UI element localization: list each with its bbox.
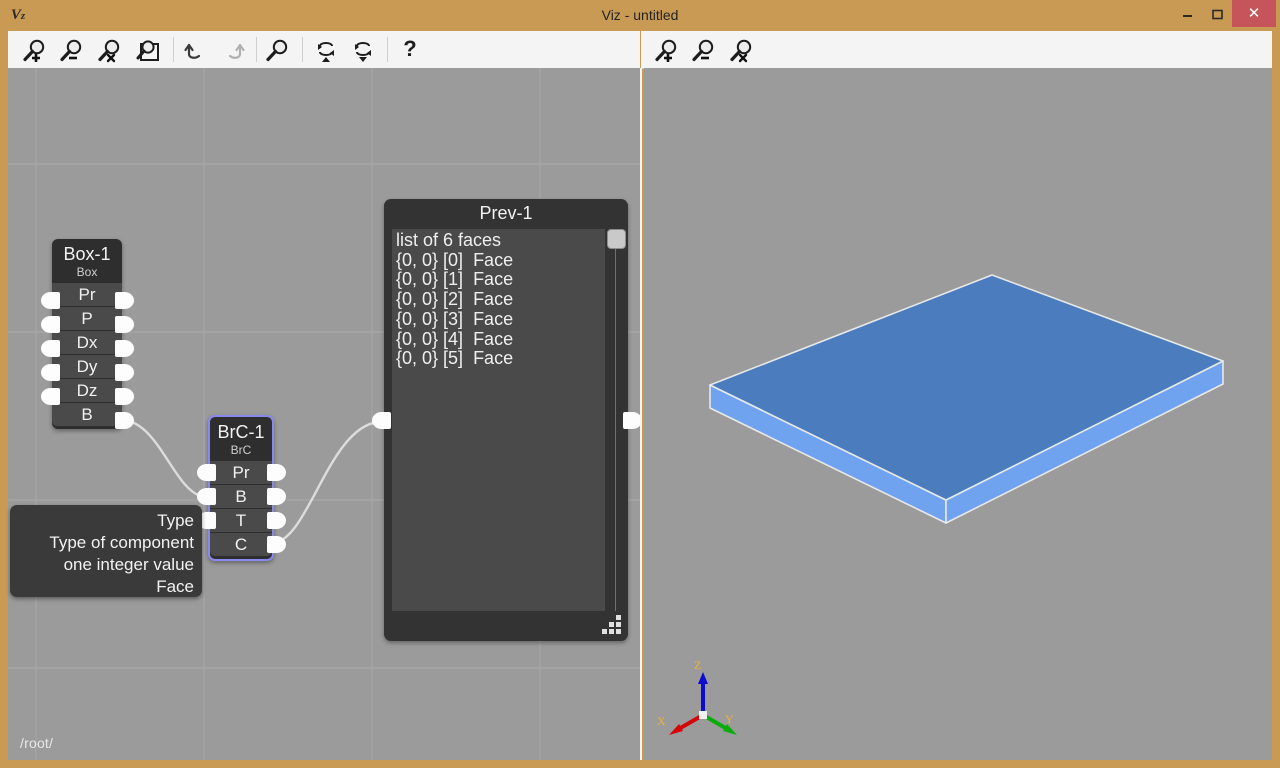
scrollbar-track — [615, 231, 616, 611]
port-in-pr[interactable] — [41, 292, 60, 309]
graph-toolbar: ? — [8, 31, 640, 69]
tooltip-line-2: Type of component — [18, 532, 194, 554]
close-button[interactable]: ✕ — [1232, 0, 1276, 27]
tooltip-line-4: Face — [18, 576, 194, 598]
preview-text-area[interactable]: list of 6 faces {0, 0} [0] Face {0, 0} [… — [392, 229, 605, 611]
port-out-pr[interactable] — [267, 464, 286, 481]
port-out-dx[interactable] — [115, 340, 134, 357]
port-out-b[interactable] — [115, 412, 134, 429]
port-in-p[interactable] — [41, 316, 60, 333]
node-row-dx[interactable]: Dx — [52, 331, 122, 354]
port-out-b[interactable] — [267, 488, 286, 505]
zoom-fit-icon[interactable] — [131, 33, 165, 66]
preview-scrollbar[interactable] — [611, 229, 620, 611]
toolbar-separator — [387, 37, 388, 62]
port-out-t[interactable] — [267, 512, 286, 529]
redo-icon[interactable] — [217, 33, 251, 66]
toolbar-separator — [302, 37, 303, 62]
node-subtitle: Box — [52, 265, 122, 283]
axis-gizmo — [654, 653, 764, 753]
toolbar-separator — [256, 37, 257, 62]
node-row-t[interactable]: T — [210, 509, 272, 532]
port-in-dx[interactable] — [41, 340, 60, 357]
node-row-b[interactable]: B — [210, 485, 272, 508]
port-in-prev[interactable] — [372, 412, 391, 429]
node-prev-1[interactable]: Prev-1 list of 6 faces {0, 0} [0] Face {… — [384, 199, 628, 641]
panel-divider[interactable] — [640, 68, 642, 760]
port-out-c[interactable] — [267, 536, 286, 553]
axis-label-z: Z — [694, 658, 701, 673]
resize-grip-icon[interactable] — [602, 615, 622, 635]
tooltip-line-3: one integer value — [18, 554, 194, 576]
graph-path-label: /root/ — [20, 735, 53, 751]
tooltip-line-1: Type — [18, 510, 194, 532]
toolbar-separator — [173, 37, 174, 62]
node-row-pr[interactable]: Pr — [210, 461, 272, 484]
port-out-pr[interactable] — [115, 292, 134, 309]
zoom-reset-icon[interactable] — [725, 33, 759, 66]
node-brc-1[interactable]: BrC-1 BrC Pr B T C — [208, 415, 274, 561]
maximize-button[interactable] — [1202, 0, 1232, 31]
refresh-up-icon[interactable] — [309, 33, 343, 66]
port-out-p[interactable] — [115, 316, 134, 333]
port-out-dz[interactable] — [115, 388, 134, 405]
port-in-dz[interactable] — [41, 388, 60, 405]
port-out-dy[interactable] — [115, 364, 134, 381]
axis-label-y: Y — [725, 712, 734, 727]
viewport-toolbar — [641, 31, 1272, 69]
node-row-dz[interactable]: Dz — [52, 379, 122, 402]
node-row-p[interactable]: P — [52, 307, 122, 330]
title-bar: Vz Viz - untitled ✕ — [0, 0, 1280, 31]
3d-viewport[interactable]: Z — [644, 68, 1272, 760]
search-icon[interactable] — [261, 33, 295, 66]
port-in-b[interactable] — [197, 488, 216, 505]
help-icon[interactable]: ? — [393, 33, 427, 66]
node-title: Box-1 — [52, 239, 122, 265]
undo-icon[interactable] — [178, 33, 212, 66]
port-in-pr[interactable] — [197, 464, 216, 481]
minimize-button[interactable] — [1172, 0, 1202, 31]
zoom-in-icon[interactable] — [650, 33, 684, 66]
window-title: Viz - untitled — [0, 0, 1280, 31]
node-row-c[interactable]: C — [210, 533, 272, 556]
node-subtitle: BrC — [210, 443, 272, 461]
node-title: Prev-1 — [384, 199, 628, 227]
node-title: BrC-1 — [210, 417, 272, 443]
node-row-pr[interactable]: Pr — [52, 283, 122, 306]
node-box-1[interactable]: Box-1 Box Pr P Dx Dy Dz B — [52, 239, 122, 429]
zoom-out-icon[interactable] — [55, 33, 89, 66]
tooltip: Type Type of component one integer value… — [10, 505, 202, 597]
zoom-in-icon[interactable] — [18, 33, 52, 66]
zoom-out-icon[interactable] — [687, 33, 721, 66]
port-in-dy[interactable] — [41, 364, 60, 381]
zoom-reset-icon[interactable] — [93, 33, 127, 66]
node-row-dy[interactable]: Dy — [52, 355, 122, 378]
axis-label-x: X — [657, 714, 666, 729]
scrollbar-thumb[interactable] — [607, 229, 626, 249]
node-row-b[interactable]: B — [52, 403, 122, 426]
application-window: Vz Viz - untitled ✕ — [0, 0, 1280, 768]
refresh-down-icon[interactable] — [346, 33, 380, 66]
